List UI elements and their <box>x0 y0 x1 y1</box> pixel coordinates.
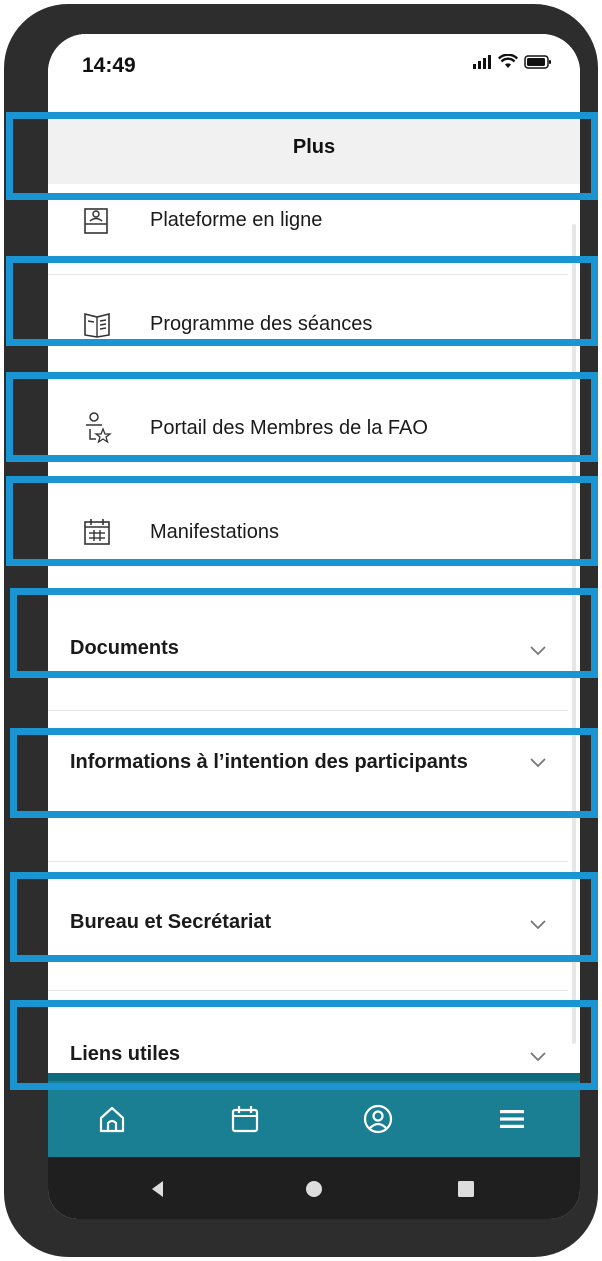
chevron-down-icon <box>530 646 546 656</box>
section-label: Documents <box>70 637 179 659</box>
status-time: 14:49 <box>82 54 136 77</box>
scrollbar[interactable] <box>572 224 576 1044</box>
chevron-down-icon <box>530 920 546 930</box>
menu-item-label: Plateforme en ligne <box>150 208 323 231</box>
system-recents-button[interactable] <box>454 1177 478 1201</box>
calendar-grid-icon <box>80 515 114 549</box>
section-documents[interactable]: Documents <box>48 614 568 684</box>
section-participant-info[interactable]: Informations à l’intention des participa… <box>48 730 568 820</box>
member-star-icon <box>80 411 114 445</box>
menu-item-session-programme[interactable]: Programme des séances <box>48 294 568 354</box>
divider <box>48 990 568 991</box>
menu-list: Plateforme en ligne Programme des séance… <box>48 184 580 1073</box>
section-label: Bureau et Secrétariat <box>70 911 272 933</box>
bottom-navigation <box>48 1081 580 1157</box>
chevron-down-icon <box>530 1052 546 1062</box>
system-back-button[interactable] <box>146 1177 170 1201</box>
battery-icon <box>524 54 551 69</box>
status-icons <box>472 54 552 69</box>
phone-frame: 14:49 Plus Plateforme en ligne Programme… <box>4 4 598 1257</box>
calendar-icon <box>231 1106 259 1133</box>
section-useful-links[interactable]: Liens utiles <box>48 1010 568 1070</box>
page-header: Plus <box>48 112 580 184</box>
status-bar: 14:49 <box>48 34 580 112</box>
hamburger-menu-icon <box>500 1110 524 1128</box>
nav-menu[interactable] <box>492 1099 532 1139</box>
section-label: Informations à l’intention des participa… <box>70 751 468 773</box>
home-icon <box>99 1106 125 1133</box>
chevron-down-icon <box>530 758 546 768</box>
divider <box>48 379 568 380</box>
menu-item-label: Portail des Membres de la FAO <box>150 416 428 439</box>
divider <box>48 710 568 711</box>
menu-item-events[interactable]: Manifestations <box>48 502 568 562</box>
nav-home[interactable] <box>92 1099 132 1139</box>
wifi-icon <box>498 54 518 68</box>
divider <box>48 274 568 275</box>
nav-top-strip <box>48 1073 580 1081</box>
home-circle-icon <box>306 1181 322 1197</box>
user-badge-icon <box>80 203 114 237</box>
nav-profile[interactable] <box>358 1099 398 1139</box>
menu-item-online-platform[interactable]: Plateforme en ligne <box>48 190 568 250</box>
divider <box>48 861 568 862</box>
recents-square-icon <box>458 1181 474 1197</box>
section-bureau-secretariat[interactable]: Bureau et Secrétariat <box>48 884 568 964</box>
divider <box>48 482 568 483</box>
document-list-icon <box>80 307 114 341</box>
system-navigation-bar <box>48 1157 580 1219</box>
menu-item-member-portal[interactable]: Portail des Membres de la FAO <box>48 398 568 458</box>
menu-item-label: Manifestations <box>150 520 279 543</box>
section-label: Liens utiles <box>70 1043 181 1065</box>
signal-icon <box>473 54 491 69</box>
system-home-button[interactable] <box>302 1177 326 1201</box>
divider <box>48 589 568 590</box>
menu-item-label: Programme des séances <box>150 312 373 335</box>
back-triangle-icon <box>152 1181 163 1197</box>
nav-calendar[interactable] <box>225 1099 265 1139</box>
profile-icon <box>363 1104 393 1134</box>
app-screen: 14:49 Plus Plateforme en ligne Programme… <box>48 34 580 1219</box>
page-title: Plus <box>292 136 336 158</box>
